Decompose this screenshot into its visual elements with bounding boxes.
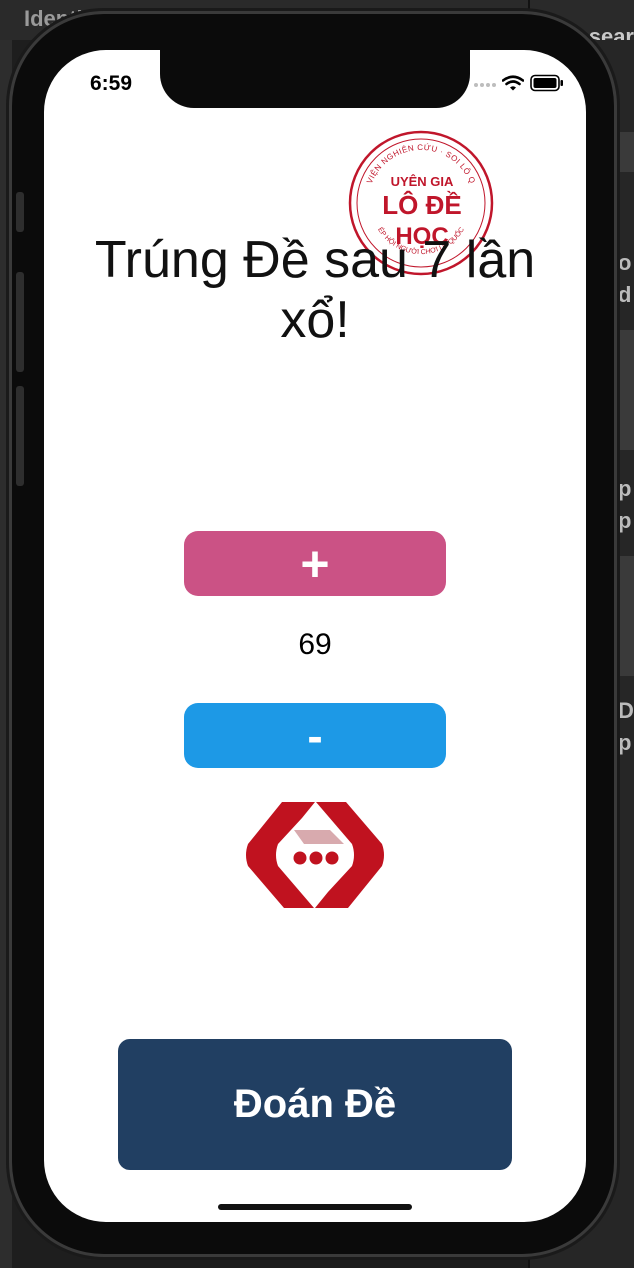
device-notch [160,50,470,108]
battery-icon [530,74,563,92]
ide-text-fragment: D [618,698,634,723]
ide-text-fragment: p [618,730,632,755]
guess-button[interactable]: Đoán Đề [118,1039,512,1170]
device-mute-switch [16,192,24,232]
ide-left-panel [0,40,12,1268]
ide-text-fragment: p [618,476,632,501]
increment-button[interactable]: + [184,531,446,596]
ide-text-fragment: d [618,282,632,307]
ide-text-fragment: o [618,250,632,275]
cellular-signal-icon [474,83,498,87]
svg-text:UYÊN GIA: UYÊN GIA [391,174,454,189]
app-screen: 6:59 VIỆN NGHIÊN CỨU · SOI LÔ Q ÉP HỘI N… [44,50,586,1222]
device-volume-down [16,386,24,486]
svg-text:LÔ ĐỀ: LÔ ĐỀ [382,190,461,220]
wifi-icon [502,75,524,91]
counter-value: 69 [298,628,332,661]
decrement-button[interactable]: - [184,703,446,768]
status-time: 6:59 [90,72,133,95]
device-volume-up [16,272,24,372]
simulator-device: 6:59 VIỆN NGHIÊN CỨU · SOI LÔ Q ÉP HỘI N… [12,14,614,1254]
home-indicator[interactable] [218,1204,412,1210]
ide-text-fragment: p [618,508,632,533]
app-logo-icon [246,802,384,908]
result-headline: Trúng Đề sau 7 lần xổ! [94,231,536,349]
